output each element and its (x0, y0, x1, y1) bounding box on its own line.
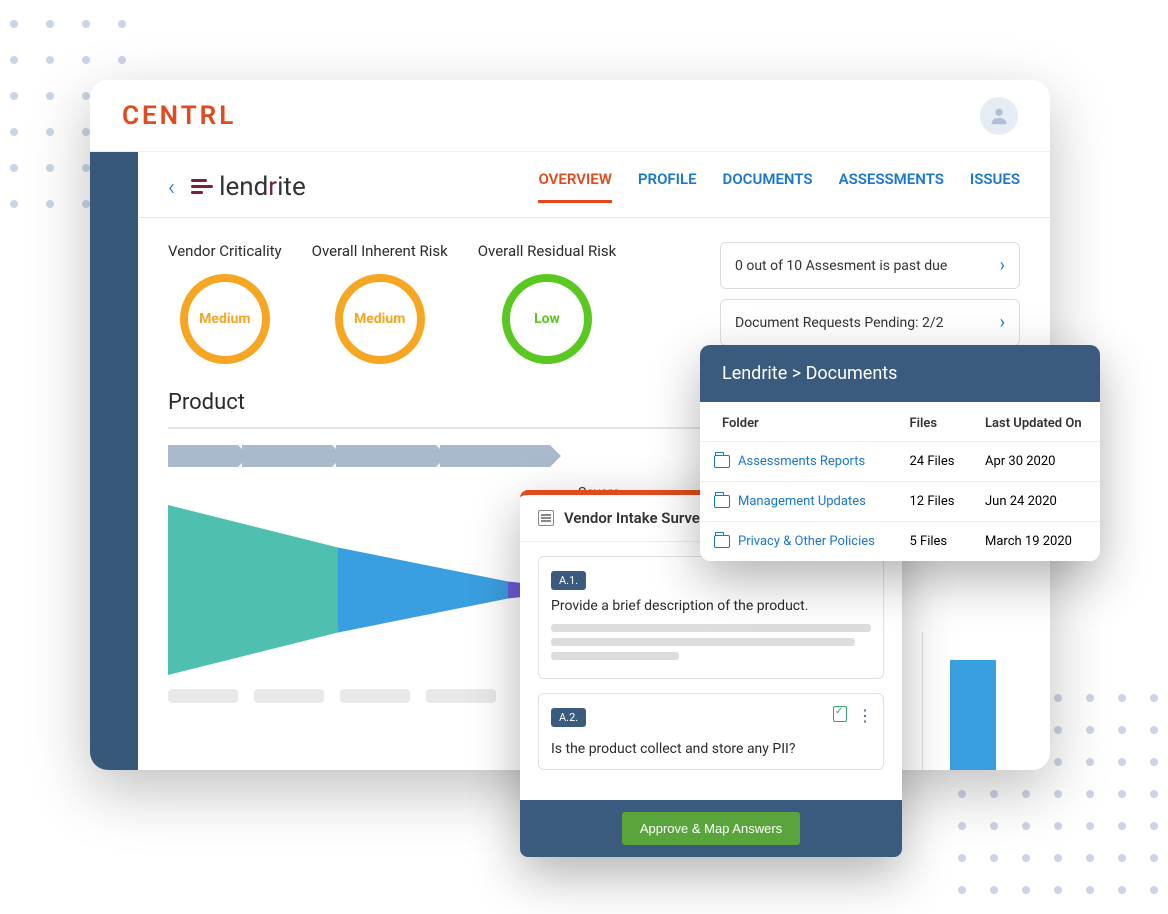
inherent-value: Medium (354, 311, 405, 327)
metric-label: Overall Residual Risk (478, 242, 617, 260)
metric-inherent: Overall Inherent Risk Medium (312, 242, 448, 364)
folder-name: Assessments Reports (738, 454, 865, 469)
user-avatar[interactable] (980, 97, 1018, 135)
tab-profile[interactable]: PROFILE (638, 170, 697, 203)
tab-issues[interactable]: ISSUES (970, 170, 1020, 203)
placeholder (168, 689, 238, 703)
placeholder (340, 689, 410, 703)
folder-name: Management Updates (738, 494, 866, 509)
question-tag: A.2. (551, 708, 586, 727)
criticality-ring: Medium (180, 274, 270, 364)
brand-bars-icon (191, 179, 213, 194)
inherent-ring: Medium (335, 274, 425, 364)
metric-residual: Overall Residual Risk Low (478, 242, 617, 364)
question-text: Provide a brief description of the produ… (551, 598, 871, 614)
chevron-right-icon: › (1000, 312, 1005, 333)
question-card-a2: A.2. ⋮ Is the product collect and store … (538, 693, 884, 770)
folder-icon (714, 495, 730, 508)
stage-segment (440, 445, 550, 467)
approve-map-button[interactable]: Approve & Map Answers (622, 812, 800, 845)
more-icon[interactable]: ⋮ (857, 706, 871, 725)
bar-product-1 (950, 660, 996, 770)
app-logo: CENTRL (122, 101, 236, 131)
file-count: 24 Files (895, 442, 971, 482)
question-card-a1: A.1. Provide a brief description of the … (538, 556, 884, 679)
documents-breadcrumb: Lendrite > Documents (700, 345, 1100, 402)
table-row[interactable]: Assessments Reports 24 Files Apr 30 2020 (700, 442, 1100, 482)
tab-overview[interactable]: OVERVIEW (538, 170, 611, 203)
form-icon (538, 510, 554, 526)
col-folder: Folder (700, 402, 895, 442)
residual-value: Low (534, 311, 560, 327)
subheader: ‹ lendrite OVERVIEW PROFILE DOCUMENTS AS… (138, 152, 1050, 218)
residual-ring: Low (502, 274, 592, 364)
table-row[interactable]: Management Updates 12 Files Jun 24 2020 (700, 482, 1100, 522)
col-files: Files (895, 402, 971, 442)
checklist-icon[interactable] (833, 706, 847, 722)
tab-assessments[interactable]: ASSESSMENTS (839, 170, 944, 203)
funnel-segment-1 (168, 505, 338, 675)
alert-assessment-due[interactable]: 0 out of 10 Assesment is past due › (720, 242, 1020, 289)
metric-label: Overall Inherent Risk (312, 242, 448, 260)
folder-name: Privacy & Other Policies (738, 534, 875, 549)
survey-footer: Approve & Map Answers (520, 800, 902, 857)
placeholder (254, 689, 324, 703)
metric-criticality: Vendor Criticality Medium (168, 242, 282, 364)
answer-placeholder (551, 624, 871, 660)
documents-table: Folder Files Last Updated On Assessments… (700, 402, 1100, 561)
metric-label: Vendor Criticality (168, 242, 282, 260)
tab-documents[interactable]: DOCUMENTS (723, 170, 813, 203)
tabs: OVERVIEW PROFILE DOCUMENTS ASSESSMENTS I… (538, 170, 1020, 203)
alerts-list: 0 out of 10 Assesment is past due › Docu… (720, 242, 1020, 346)
stage-segment (168, 445, 238, 467)
alert-text: 0 out of 10 Assesment is past due (735, 258, 947, 274)
survey-title: Vendor Intake Survey (564, 509, 707, 527)
sidebar-strip (90, 152, 138, 770)
question-text: Is the product collect and store any PII… (551, 735, 871, 757)
alert-text: Document Requests Pending: 2/2 (735, 315, 944, 331)
funnel-segment-2 (338, 505, 508, 675)
back-button[interactable]: ‹ (168, 173, 175, 201)
question-tag: A.1. (551, 571, 586, 590)
table-row[interactable]: Privacy & Other Policies 5 Files March 1… (700, 522, 1100, 562)
documents-panel: Lendrite > Documents Folder Files Last U… (700, 345, 1100, 561)
criticality-value: Medium (199, 311, 250, 327)
folder-icon (714, 535, 730, 548)
user-icon (988, 105, 1010, 127)
col-updated: Last Updated On (971, 402, 1100, 442)
bar-chart: Product 1 (922, 632, 1022, 770)
topbar: CENTRL (90, 80, 1050, 152)
file-count: 12 Files (895, 482, 971, 522)
alert-doc-requests[interactable]: Document Requests Pending: 2/2 › (720, 299, 1020, 346)
updated-date: March 19 2020 (971, 522, 1100, 562)
placeholder (426, 689, 496, 703)
stage-segment (336, 445, 436, 467)
folder-icon (714, 455, 730, 468)
chevron-right-icon: › (1000, 255, 1005, 276)
stage-segment (242, 445, 332, 467)
file-count: 5 Files (895, 522, 971, 562)
vendor-brand: lendrite (191, 172, 306, 202)
updated-date: Jun 24 2020 (971, 482, 1100, 522)
updated-date: Apr 30 2020 (971, 442, 1100, 482)
